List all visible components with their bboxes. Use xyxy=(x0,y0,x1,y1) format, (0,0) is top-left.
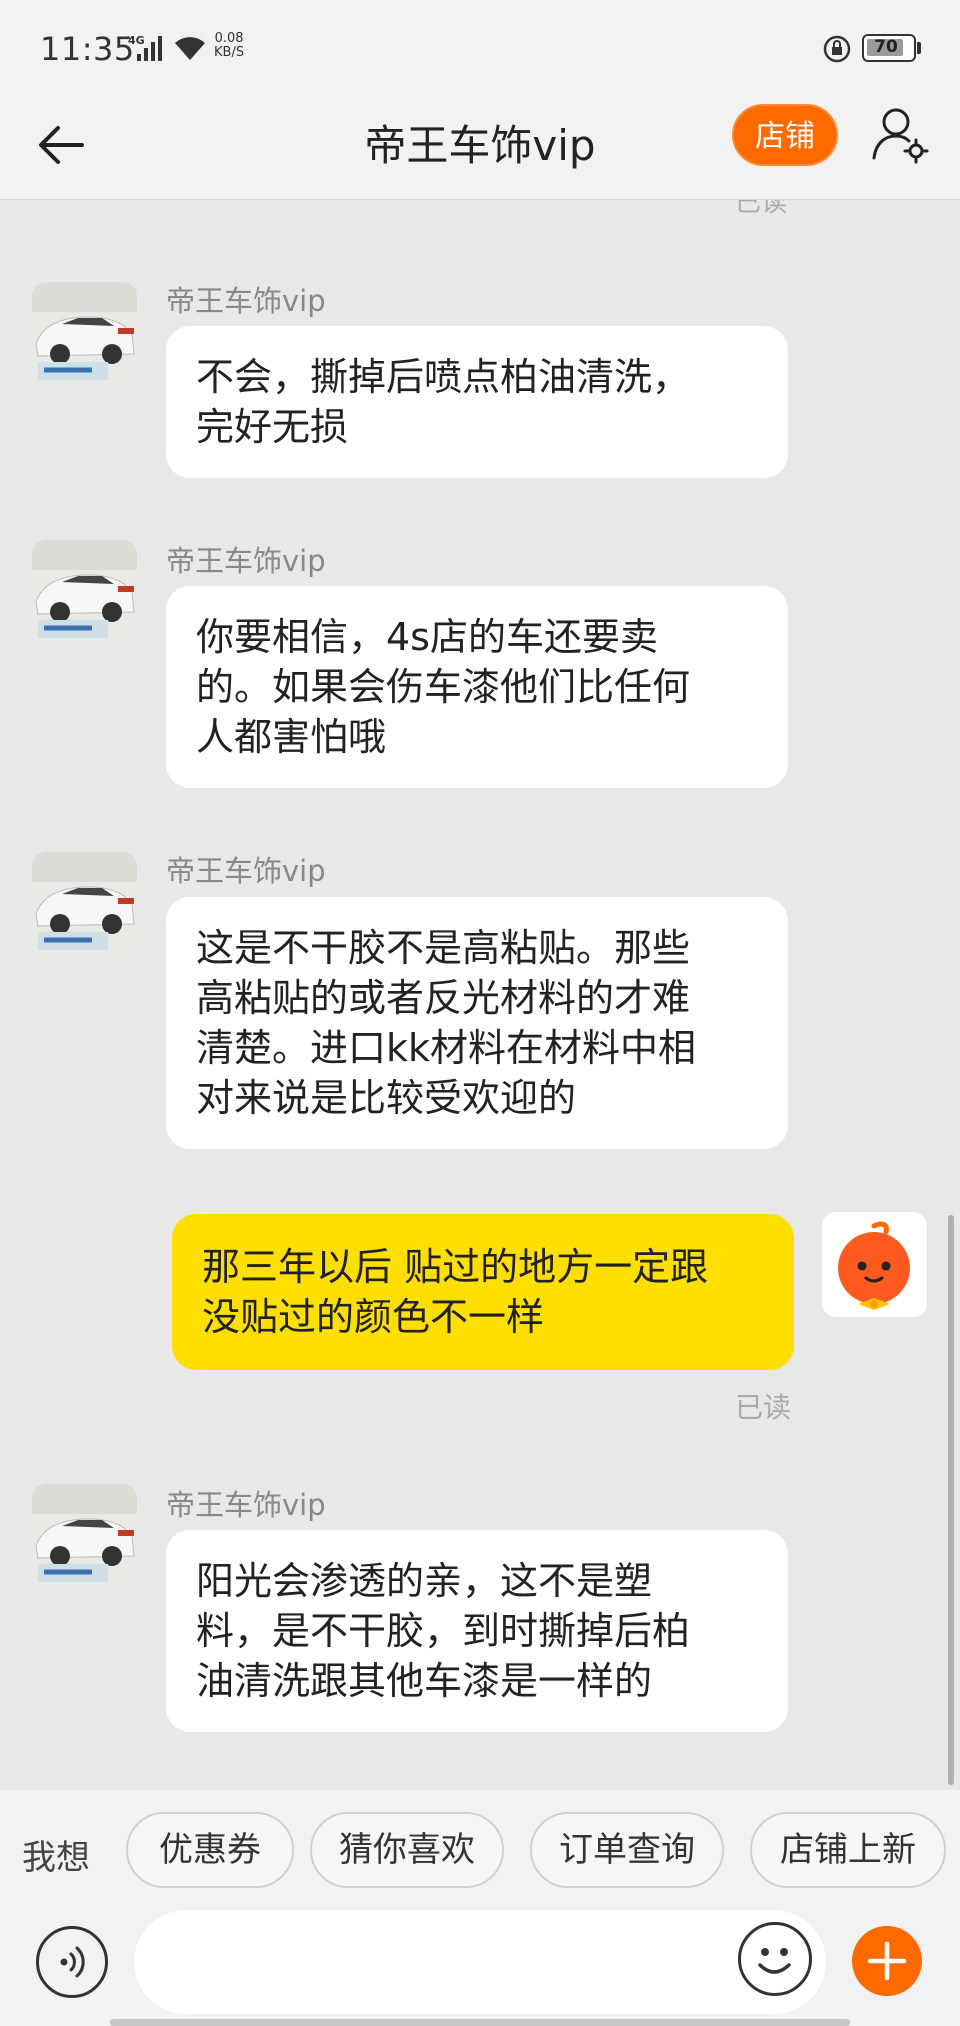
car-photo-icon xyxy=(32,540,137,645)
shop-avatar[interactable] xyxy=(32,1484,137,1589)
more-button[interactable] xyxy=(852,1926,922,1996)
car-photo-icon xyxy=(32,852,137,957)
message-line: 那三年以后 贴过的地方一定跟 xyxy=(202,1245,709,1289)
input-bar xyxy=(0,1908,960,2026)
shop-avatar[interactable] xyxy=(32,540,137,645)
message-line: 的。如果会伤车漆他们比任何 xyxy=(196,665,691,709)
message-line: 油清洗跟其他车漆是一样的 xyxy=(196,1659,653,1703)
sender-name: 帝王车饰vip xyxy=(166,284,326,318)
emoji-icon xyxy=(758,1948,791,1974)
wifi-icon xyxy=(175,37,205,60)
battery-icon: 70 xyxy=(862,34,916,62)
message-line: 这是不干胶不是高粘贴。那些 xyxy=(196,926,691,970)
voice-icon xyxy=(60,1946,85,1978)
rotation-lock-icon xyxy=(823,35,851,63)
sender-name: 帝王车饰vip xyxy=(166,1488,326,1522)
chat-scrollbar[interactable] xyxy=(948,1215,954,1785)
quick-reply-order-query[interactable]: 订单查询 xyxy=(530,1812,724,1888)
status-time: 11:35 xyxy=(40,30,135,68)
message-line: 没贴过的颜色不一样 xyxy=(202,1295,545,1339)
shop-avatar[interactable] xyxy=(32,852,137,957)
message-line: 你要相信，4s店的车还要卖 xyxy=(196,615,658,659)
status-bar: 11:35 4G 0.08 KB/S 70 xyxy=(0,0,960,92)
quick-reply-bar: 我想 优惠券 猜你喜欢 订单查询 店铺上新 xyxy=(0,1790,960,1908)
car-photo-icon xyxy=(32,1484,137,1589)
plus-icon xyxy=(867,1941,907,1981)
chat-header: 帝王车饰vip 店铺 xyxy=(0,92,960,200)
page-title: 帝王车饰vip xyxy=(364,121,596,170)
chat-area[interactable]: 已读 帝王车饰vip 不会，撕掉后喷点柏油清洗， 完好无损 帝王车饰vip 你要… xyxy=(0,200,960,1790)
quick-reply-label: 我想 xyxy=(22,1838,90,1878)
message-bubble[interactable]: 这是不干胶不是高粘贴。那些 高粘贴的或者反光材料的才难 清楚。进口kk材料在材料… xyxy=(166,897,788,1149)
message-line: 人都害怕哦 xyxy=(196,715,387,759)
signal-icon xyxy=(137,36,162,61)
message-line: 高粘贴的或者反光材料的才难 xyxy=(196,976,691,1020)
back-arrow-icon[interactable] xyxy=(30,110,100,180)
sender-name: 帝王车饰vip xyxy=(166,544,326,578)
quick-reply-coupon[interactable]: 优惠券 xyxy=(126,1812,294,1888)
message-bubble[interactable]: 不会，撕掉后喷点柏油清洗， 完好无损 xyxy=(166,326,788,478)
message-input[interactable] xyxy=(134,1910,826,2014)
message-line: 阳光会渗透的亲，这不是塑 xyxy=(196,1559,653,1603)
read-status: 已读 xyxy=(735,1391,792,1424)
speed-value: 0.08 xyxy=(214,31,244,46)
quick-reply-recommend[interactable]: 猜你喜欢 xyxy=(310,1812,504,1888)
battery-tip xyxy=(917,42,921,54)
message-bubble[interactable]: 阳光会渗透的亲，这不是塑 料，是不干胶，到时撕掉后柏 油清洗跟其他车漆是一样的 xyxy=(166,1530,788,1732)
shop-avatar[interactable] xyxy=(32,282,137,387)
message-line: 完好无损 xyxy=(196,405,349,449)
emoji-button[interactable] xyxy=(738,1922,812,1996)
user-settings-icon[interactable] xyxy=(868,102,934,168)
voice-button[interactable] xyxy=(36,1926,108,1998)
read-status-top: 已读 xyxy=(735,200,788,218)
message-line: 料，是不干胶，到时撕掉后柏 xyxy=(196,1609,691,1653)
message-bubble[interactable]: 你要相信，4s店的车还要卖 的。如果会伤车漆他们比任何 人都害怕哦 xyxy=(166,586,788,788)
speed-unit: KB/S xyxy=(214,45,245,60)
message-line: 不会，撕掉后喷点柏油清洗， xyxy=(196,355,691,399)
my-avatar[interactable] xyxy=(822,1212,927,1317)
my-message-bubble[interactable]: 那三年以后 贴过的地方一定跟 没贴过的颜色不一样 xyxy=(172,1214,794,1370)
message-line: 对来说是比较受欢迎的 xyxy=(196,1076,577,1120)
sender-name: 帝王车饰vip xyxy=(166,854,326,888)
battery-level: 70 xyxy=(874,37,898,57)
car-photo-icon xyxy=(32,282,137,387)
quick-reply-new-arrivals[interactable]: 店铺上新 xyxy=(750,1812,946,1888)
store-button[interactable]: 店铺 xyxy=(732,104,838,166)
home-indicator xyxy=(110,2019,850,2026)
orange-mascot-icon xyxy=(822,1212,927,1317)
network-speed: 0.08 KB/S xyxy=(214,32,244,60)
message-line: 清楚。进口kk材料在材料中相 xyxy=(196,1026,697,1070)
